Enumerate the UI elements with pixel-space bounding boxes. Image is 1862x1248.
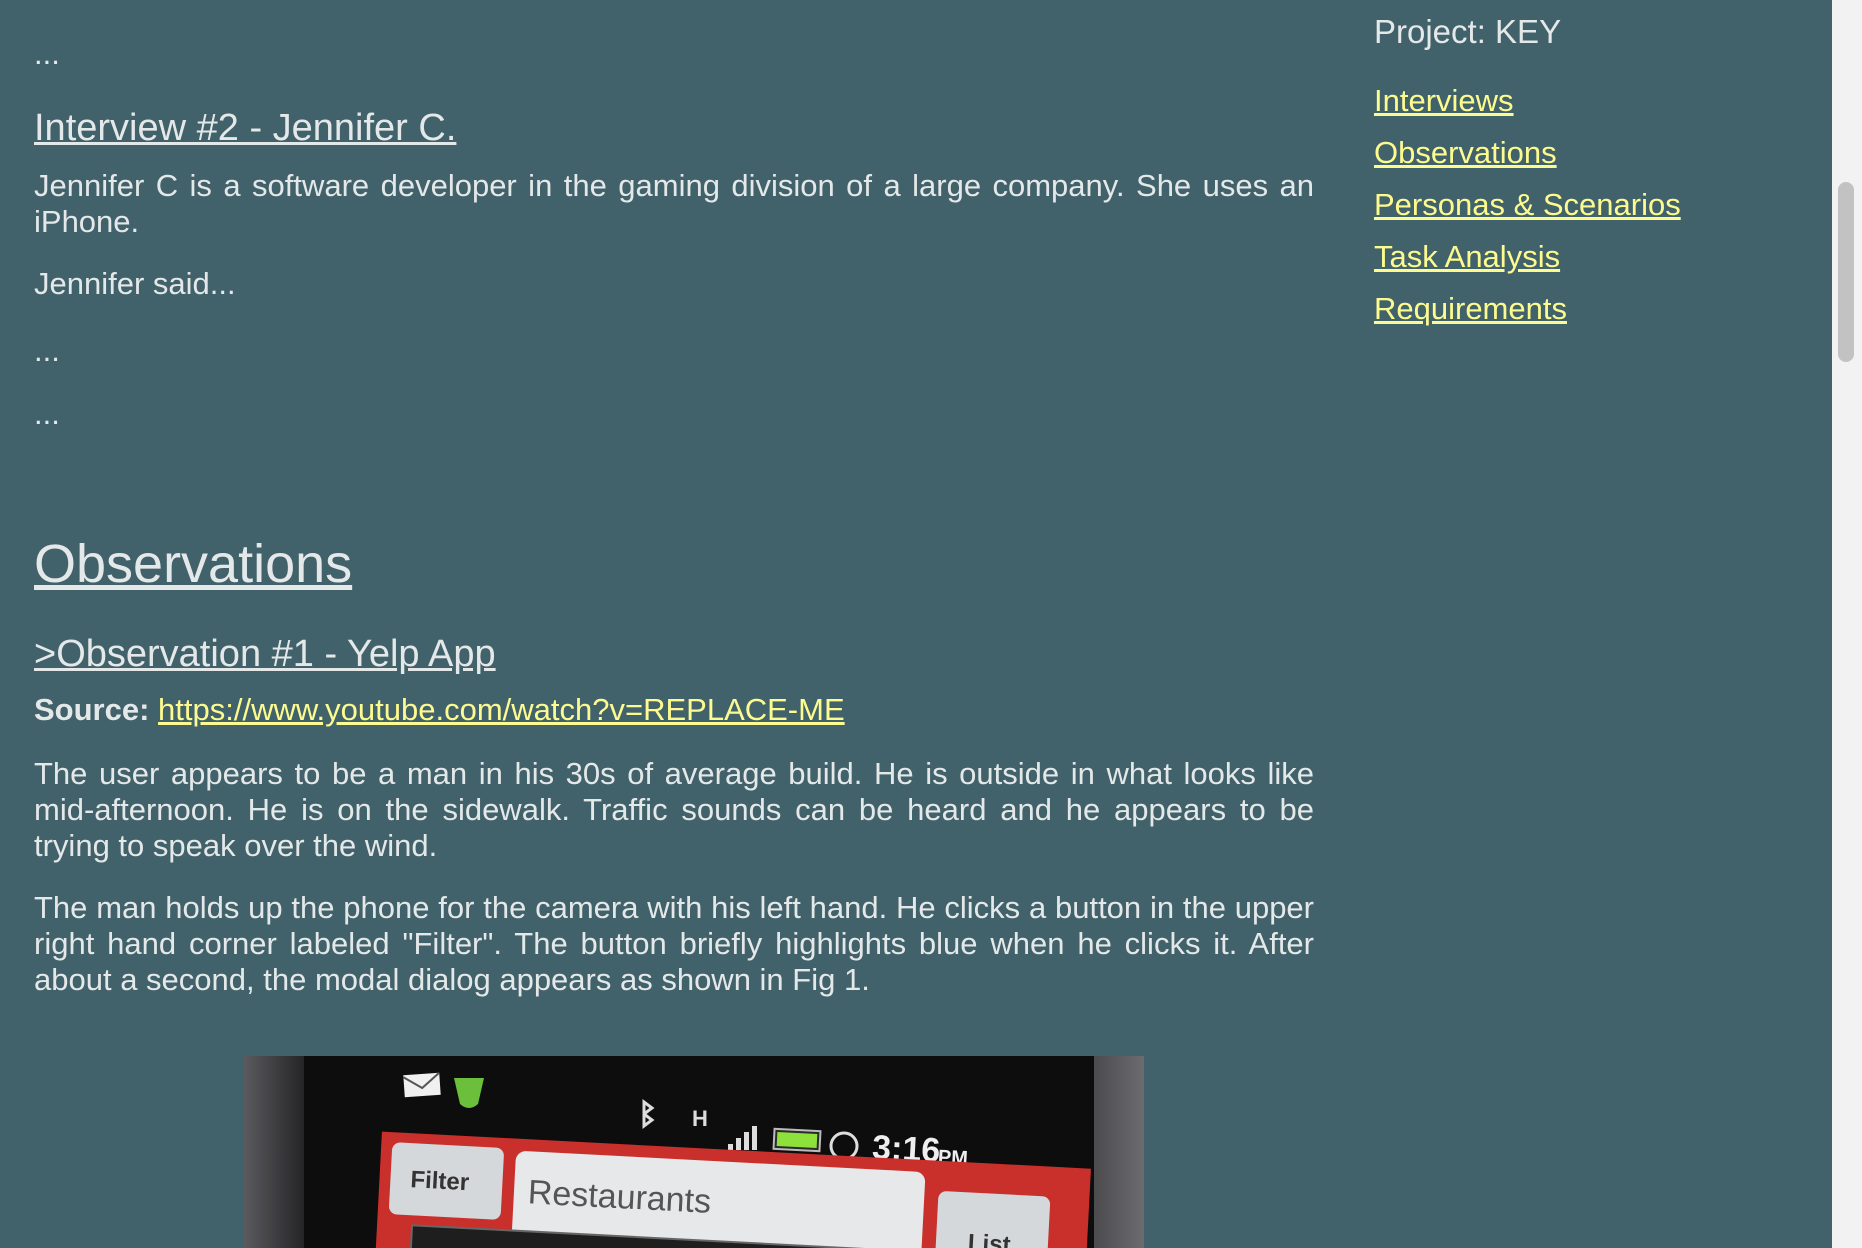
interview-2-intro: Jennifer C is a software developer in th…: [34, 168, 1314, 239]
vertical-scrollbar[interactable]: [1832, 0, 1862, 1248]
network-type-label: H: [692, 1106, 708, 1131]
source-line: Source: https://www.youtube.com/watch?v=…: [34, 692, 845, 728]
list-button-label: List: [967, 1229, 1011, 1248]
interview-2-said: Jennifer said...: [34, 266, 236, 301]
scrollbar-thumb[interactable]: [1838, 182, 1854, 362]
battery-fill: [776, 1131, 818, 1149]
sidebar-link-observations[interactable]: Observations: [1374, 134, 1557, 172]
ellipsis-text: ...: [34, 396, 60, 431]
sidebar-link-personas-scenarios[interactable]: Personas & Scenarios: [1374, 186, 1681, 224]
phone-photo: H 3:16 PM Filter Restaurants List: [304, 1056, 1094, 1248]
source-label: Source:: [34, 692, 150, 727]
observation-1-para-2: The man holds up the phone for the camer…: [34, 890, 1314, 997]
observation-1-heading-link[interactable]: >Observation #1 - Yelp App: [34, 632, 496, 676]
interview-2-heading-link[interactable]: Interview #2 - Jennifer C.: [34, 106, 456, 150]
sidebar-link-requirements[interactable]: Requirements: [1374, 290, 1567, 328]
fig-1-yelp-screenshot: H 3:16 PM Filter Restaurants List: [244, 1056, 1144, 1248]
filter-button-label: Filter: [410, 1166, 470, 1196]
observation-1-para-1: The user appears to be a man in his 30s …: [34, 756, 1314, 863]
source-url-link[interactable]: https://www.youtube.com/watch?v=REPLACE-…: [158, 692, 845, 727]
sidebar-link-interviews[interactable]: Interviews: [1374, 82, 1514, 120]
observations-heading-link[interactable]: Observations: [34, 533, 352, 595]
sidebar-link-task-analysis[interactable]: Task Analysis: [1374, 238, 1560, 276]
ellipsis-text: ...: [34, 36, 60, 71]
project-title: Project: KEY: [1374, 13, 1562, 50]
ellipsis-text: ...: [34, 333, 60, 368]
